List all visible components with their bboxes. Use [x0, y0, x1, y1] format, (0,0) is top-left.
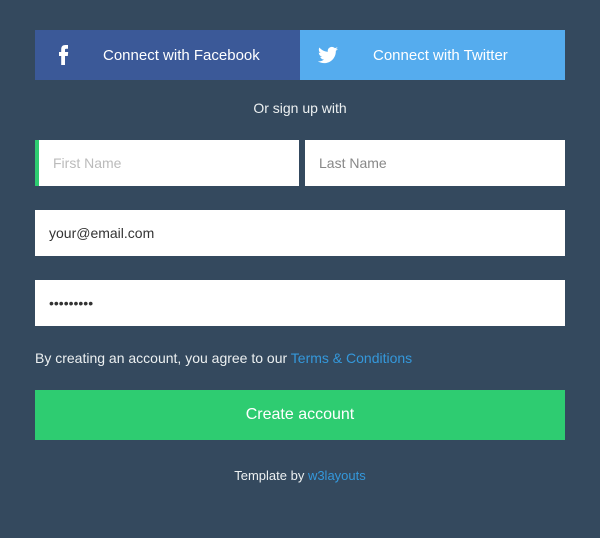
first-name-input[interactable]	[39, 140, 299, 186]
social-buttons-row: Connect with Facebook Connect with Twitt…	[35, 30, 565, 80]
footer-text: Template by w3layouts	[35, 468, 565, 483]
footer-link[interactable]: w3layouts	[308, 468, 366, 483]
twitter-label: Connect with Twitter	[373, 47, 508, 64]
email-input[interactable]	[35, 210, 565, 256]
name-inputs-row	[35, 140, 565, 186]
terms-prefix: By creating an account, you agree to our	[35, 350, 291, 366]
footer-prefix: Template by	[234, 468, 308, 483]
password-wrap	[35, 280, 565, 326]
first-name-wrap	[35, 140, 299, 186]
twitter-connect-button[interactable]: Connect with Twitter	[300, 30, 565, 80]
terms-text: By creating an account, you agree to our…	[35, 350, 565, 366]
facebook-connect-button[interactable]: Connect with Facebook	[35, 30, 300, 80]
email-wrap	[35, 210, 565, 256]
facebook-icon	[53, 45, 73, 65]
terms-link[interactable]: Terms & Conditions	[291, 350, 412, 366]
facebook-label: Connect with Facebook	[103, 47, 260, 64]
create-account-button[interactable]: Create account	[35, 390, 565, 440]
divider-text: Or sign up with	[35, 100, 565, 116]
twitter-icon	[318, 46, 338, 64]
password-input[interactable]	[35, 280, 565, 326]
last-name-wrap	[305, 140, 565, 186]
last-name-input[interactable]	[305, 140, 565, 186]
